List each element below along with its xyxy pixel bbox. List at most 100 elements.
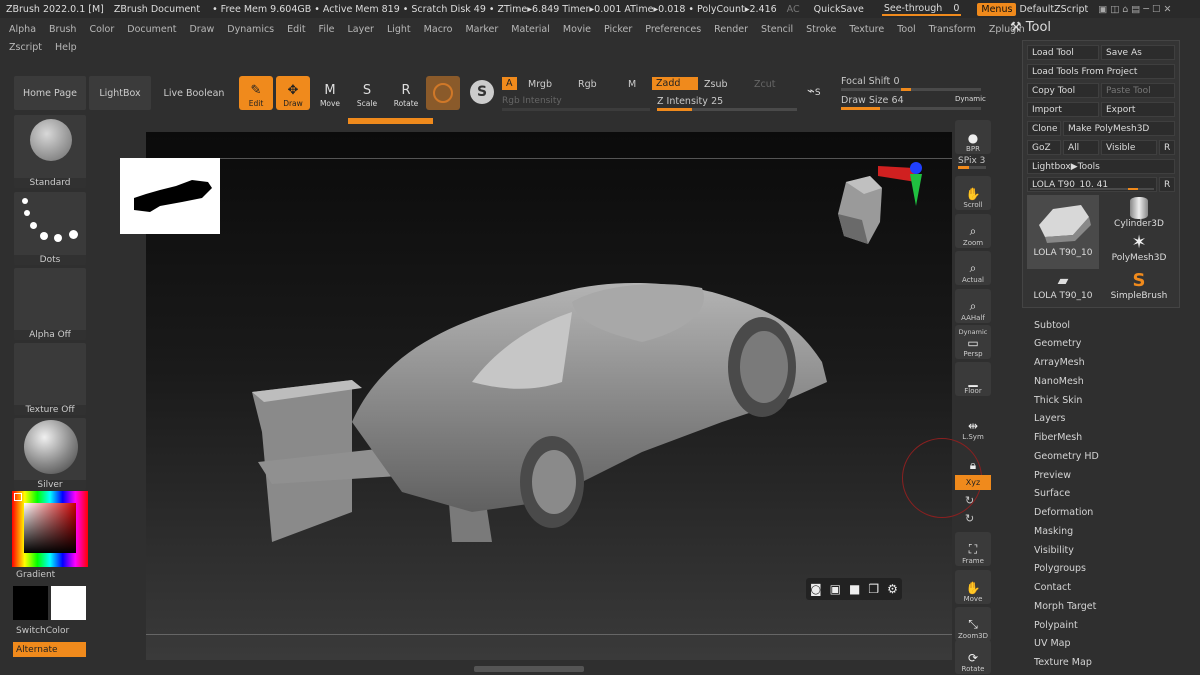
subpalette-subtool[interactable]: Subtool: [1034, 316, 1070, 334]
subpalette-geometry[interactable]: Geometry: [1034, 335, 1081, 353]
menu-edit[interactable]: Edit: [287, 24, 305, 35]
texture-thumbnail[interactable]: Texture Off: [14, 343, 86, 415]
clone-button[interactable]: Clone: [1027, 121, 1061, 136]
menu-stencil[interactable]: Stencil: [761, 24, 793, 35]
window-controls[interactable]: ▣ ◫ ⌂ ▤ ─ ☐ ✕: [1098, 4, 1171, 15]
visible-button[interactable]: Visible: [1101, 140, 1157, 155]
alpha-thumbnail[interactable]: Alpha Off: [14, 268, 86, 340]
paste-tool-button[interactable]: Paste Tool: [1101, 83, 1175, 98]
menu-document[interactable]: Document: [127, 24, 176, 35]
subpalette-deformation[interactable]: Deformation: [1034, 504, 1093, 522]
zoom-button[interactable]: ⌕ Zoom: [955, 214, 991, 248]
brush-thumbnail[interactable]: Standard: [14, 115, 86, 188]
spix-slider[interactable]: SPix 3: [958, 156, 986, 169]
subpalette-contact[interactable]: Contact: [1034, 579, 1071, 597]
zadd-toggle[interactable]: Zadd: [652, 77, 698, 90]
tool-thumb-polymesh[interactable]: ✶ PolyMesh3D: [1103, 233, 1175, 269]
subpalette-polygroups[interactable]: Polygroups: [1034, 560, 1086, 578]
menu-light[interactable]: Light: [387, 24, 411, 35]
gradient-label[interactable]: Gradient: [16, 570, 55, 580]
document-canvas[interactable]: ◙ ▣ ■ ❐ ⚙: [120, 132, 982, 660]
menu-layer[interactable]: Layer: [347, 24, 374, 35]
all-button[interactable]: All: [1063, 140, 1099, 155]
menu-file[interactable]: File: [319, 24, 335, 35]
make-polymesh3d-button[interactable]: Make PolyMesh3D: [1063, 121, 1175, 136]
windows-icon[interactable]: ❐: [868, 582, 879, 596]
rgb-toggle[interactable]: Rgb: [578, 79, 597, 90]
z-intensity-slider[interactable]: Z Intensity 25: [657, 96, 797, 111]
menu-help[interactable]: Help: [55, 42, 77, 53]
navigation-gizmo[interactable]: [834, 162, 934, 292]
live-boolean-button[interactable]: Live Boolean: [156, 76, 232, 110]
subpalette-morph-target[interactable]: Morph Target: [1034, 597, 1096, 615]
rotate-y-icon[interactable]: ↻: [965, 494, 974, 507]
spotlight-icon[interactable]: S: [470, 80, 494, 104]
menu-draw[interactable]: Draw: [189, 24, 214, 35]
main-color-swatch[interactable]: [13, 586, 48, 620]
m-toggle[interactable]: M: [628, 79, 636, 90]
canvas-scrollbar[interactable]: [474, 666, 584, 672]
rotate-view-button[interactable]: ⟳ Rotate: [955, 640, 991, 674]
video-icon[interactable]: ■: [849, 582, 860, 596]
a-toggle[interactable]: A: [502, 77, 517, 90]
aahalf-button[interactable]: ⌕ AAHalf: [955, 289, 991, 323]
persp-button[interactable]: Dynamic ▭ Persp: [955, 325, 991, 359]
bpr-button[interactable]: ● BPR: [955, 120, 991, 154]
settings-gear-icon[interactable]: ⚙: [887, 582, 898, 596]
menu-transform[interactable]: Transform: [929, 24, 976, 35]
menu-preferences[interactable]: Preferences: [645, 24, 701, 35]
color-picker[interactable]: [12, 491, 88, 567]
subpalette-layers[interactable]: Layers: [1034, 410, 1065, 428]
tool-thumb-lola[interactable]: LOLA T90_10: [1027, 195, 1099, 269]
scroll-button[interactable]: ✋ Scroll: [955, 176, 991, 210]
current-tool-slider[interactable]: LOLA T90_10. 41: [1027, 177, 1157, 192]
menu-zscript[interactable]: Zscript: [9, 42, 42, 53]
subpalette-polypaint[interactable]: Polypaint: [1034, 616, 1078, 634]
move-view-button[interactable]: ✋ Move: [955, 570, 991, 604]
seethrough-slider[interactable]: See-through 0: [881, 3, 962, 16]
menu-stroke[interactable]: Stroke: [806, 24, 836, 35]
lock-button[interactable]: 🔒︎: [955, 440, 991, 474]
screenshot-icon[interactable]: ◙: [810, 582, 822, 596]
subpalette-visibility[interactable]: Visibility: [1034, 541, 1074, 559]
save-as-button[interactable]: Save As: [1101, 45, 1175, 60]
menus-button[interactable]: Menus: [977, 2, 1017, 16]
menu-movie[interactable]: Movie: [563, 24, 591, 35]
color-square[interactable]: [24, 503, 76, 553]
subpalette-masking[interactable]: Masking: [1034, 522, 1073, 540]
camera-icon[interactable]: ▣: [830, 582, 841, 596]
lightbox-button[interactable]: LightBox: [89, 76, 151, 110]
export-button[interactable]: Export: [1101, 102, 1175, 117]
mrgb-toggle[interactable]: Mrgb: [528, 79, 552, 90]
quicksave-button[interactable]: QuickSave: [814, 4, 864, 15]
alternate-button[interactable]: Alternate: [13, 642, 86, 657]
menu-color[interactable]: Color: [89, 24, 114, 35]
menu-render[interactable]: Render: [714, 24, 748, 35]
dynamic-label[interactable]: Dynamic: [955, 95, 986, 103]
copy-tool-button[interactable]: Copy Tool: [1027, 83, 1099, 98]
switchcolor-button[interactable]: SwitchColor: [16, 626, 69, 636]
subpalette-uv-map[interactable]: UV Map: [1034, 635, 1071, 653]
menu-material[interactable]: Material: [511, 24, 550, 35]
frame-button[interactable]: ⛶ Frame: [955, 532, 991, 566]
subpalette-geometry-hd[interactable]: Geometry HD: [1034, 447, 1099, 465]
menu-brush[interactable]: Brush: [49, 24, 76, 35]
subpalette-arraymesh[interactable]: ArrayMesh: [1034, 354, 1085, 372]
secondary-color-swatch[interactable]: [51, 586, 86, 620]
import-button[interactable]: Import: [1027, 102, 1099, 117]
menu-texture[interactable]: Texture: [849, 24, 884, 35]
zcut-toggle[interactable]: Zcut: [754, 79, 775, 90]
subpalette-surface[interactable]: Surface: [1034, 485, 1070, 503]
menu-alpha[interactable]: Alpha: [9, 24, 36, 35]
move-button[interactable]: M Move: [313, 76, 347, 110]
draw-button[interactable]: ✥ Draw: [276, 76, 310, 110]
floor-button[interactable]: ▁ Floor: [955, 362, 991, 396]
gizmo-button[interactable]: [426, 76, 460, 110]
menu-tool[interactable]: Tool: [897, 24, 915, 35]
material-thumbnail[interactable]: Silver: [14, 418, 86, 490]
menu-macro[interactable]: Macro: [424, 24, 453, 35]
subpalette-preview[interactable]: Preview: [1034, 466, 1071, 484]
lightbox-tools-button[interactable]: Lightbox▶Tools: [1027, 159, 1175, 174]
subpalette-thick-skin[interactable]: Thick Skin: [1034, 391, 1082, 409]
load-tools-from-project-button[interactable]: Load Tools From Project: [1027, 64, 1175, 79]
